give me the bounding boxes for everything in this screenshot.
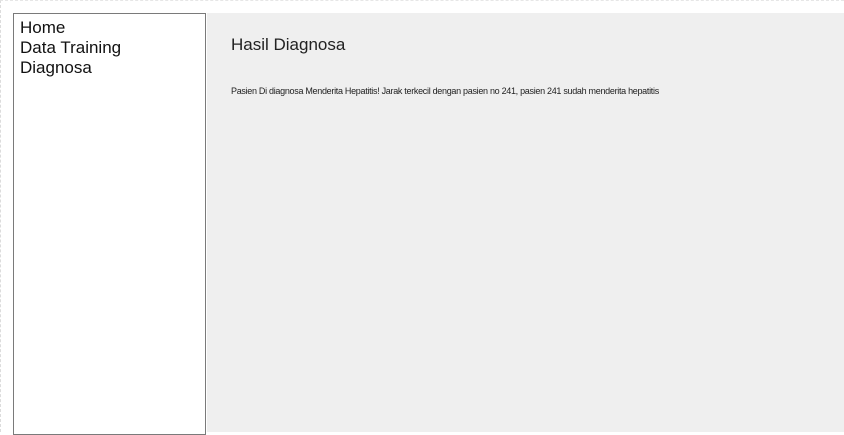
sidebar-item-data-training[interactable]: Data Training bbox=[20, 38, 205, 58]
diagnosis-result-text: Pasien Di diagnosa Menderita Hepatitis! … bbox=[231, 86, 659, 96]
sidebar-item-home[interactable]: Home bbox=[20, 18, 205, 38]
sidebar-item-diagnosa[interactable]: Diagnosa bbox=[20, 58, 205, 78]
page-title: Hasil Diagnosa bbox=[231, 35, 346, 54]
sidebar-nav: Home Data Training Diagnosa bbox=[13, 13, 206, 435]
main-content: Hasil Diagnosa Pasien Di diagnosa Mender… bbox=[207, 13, 844, 432]
